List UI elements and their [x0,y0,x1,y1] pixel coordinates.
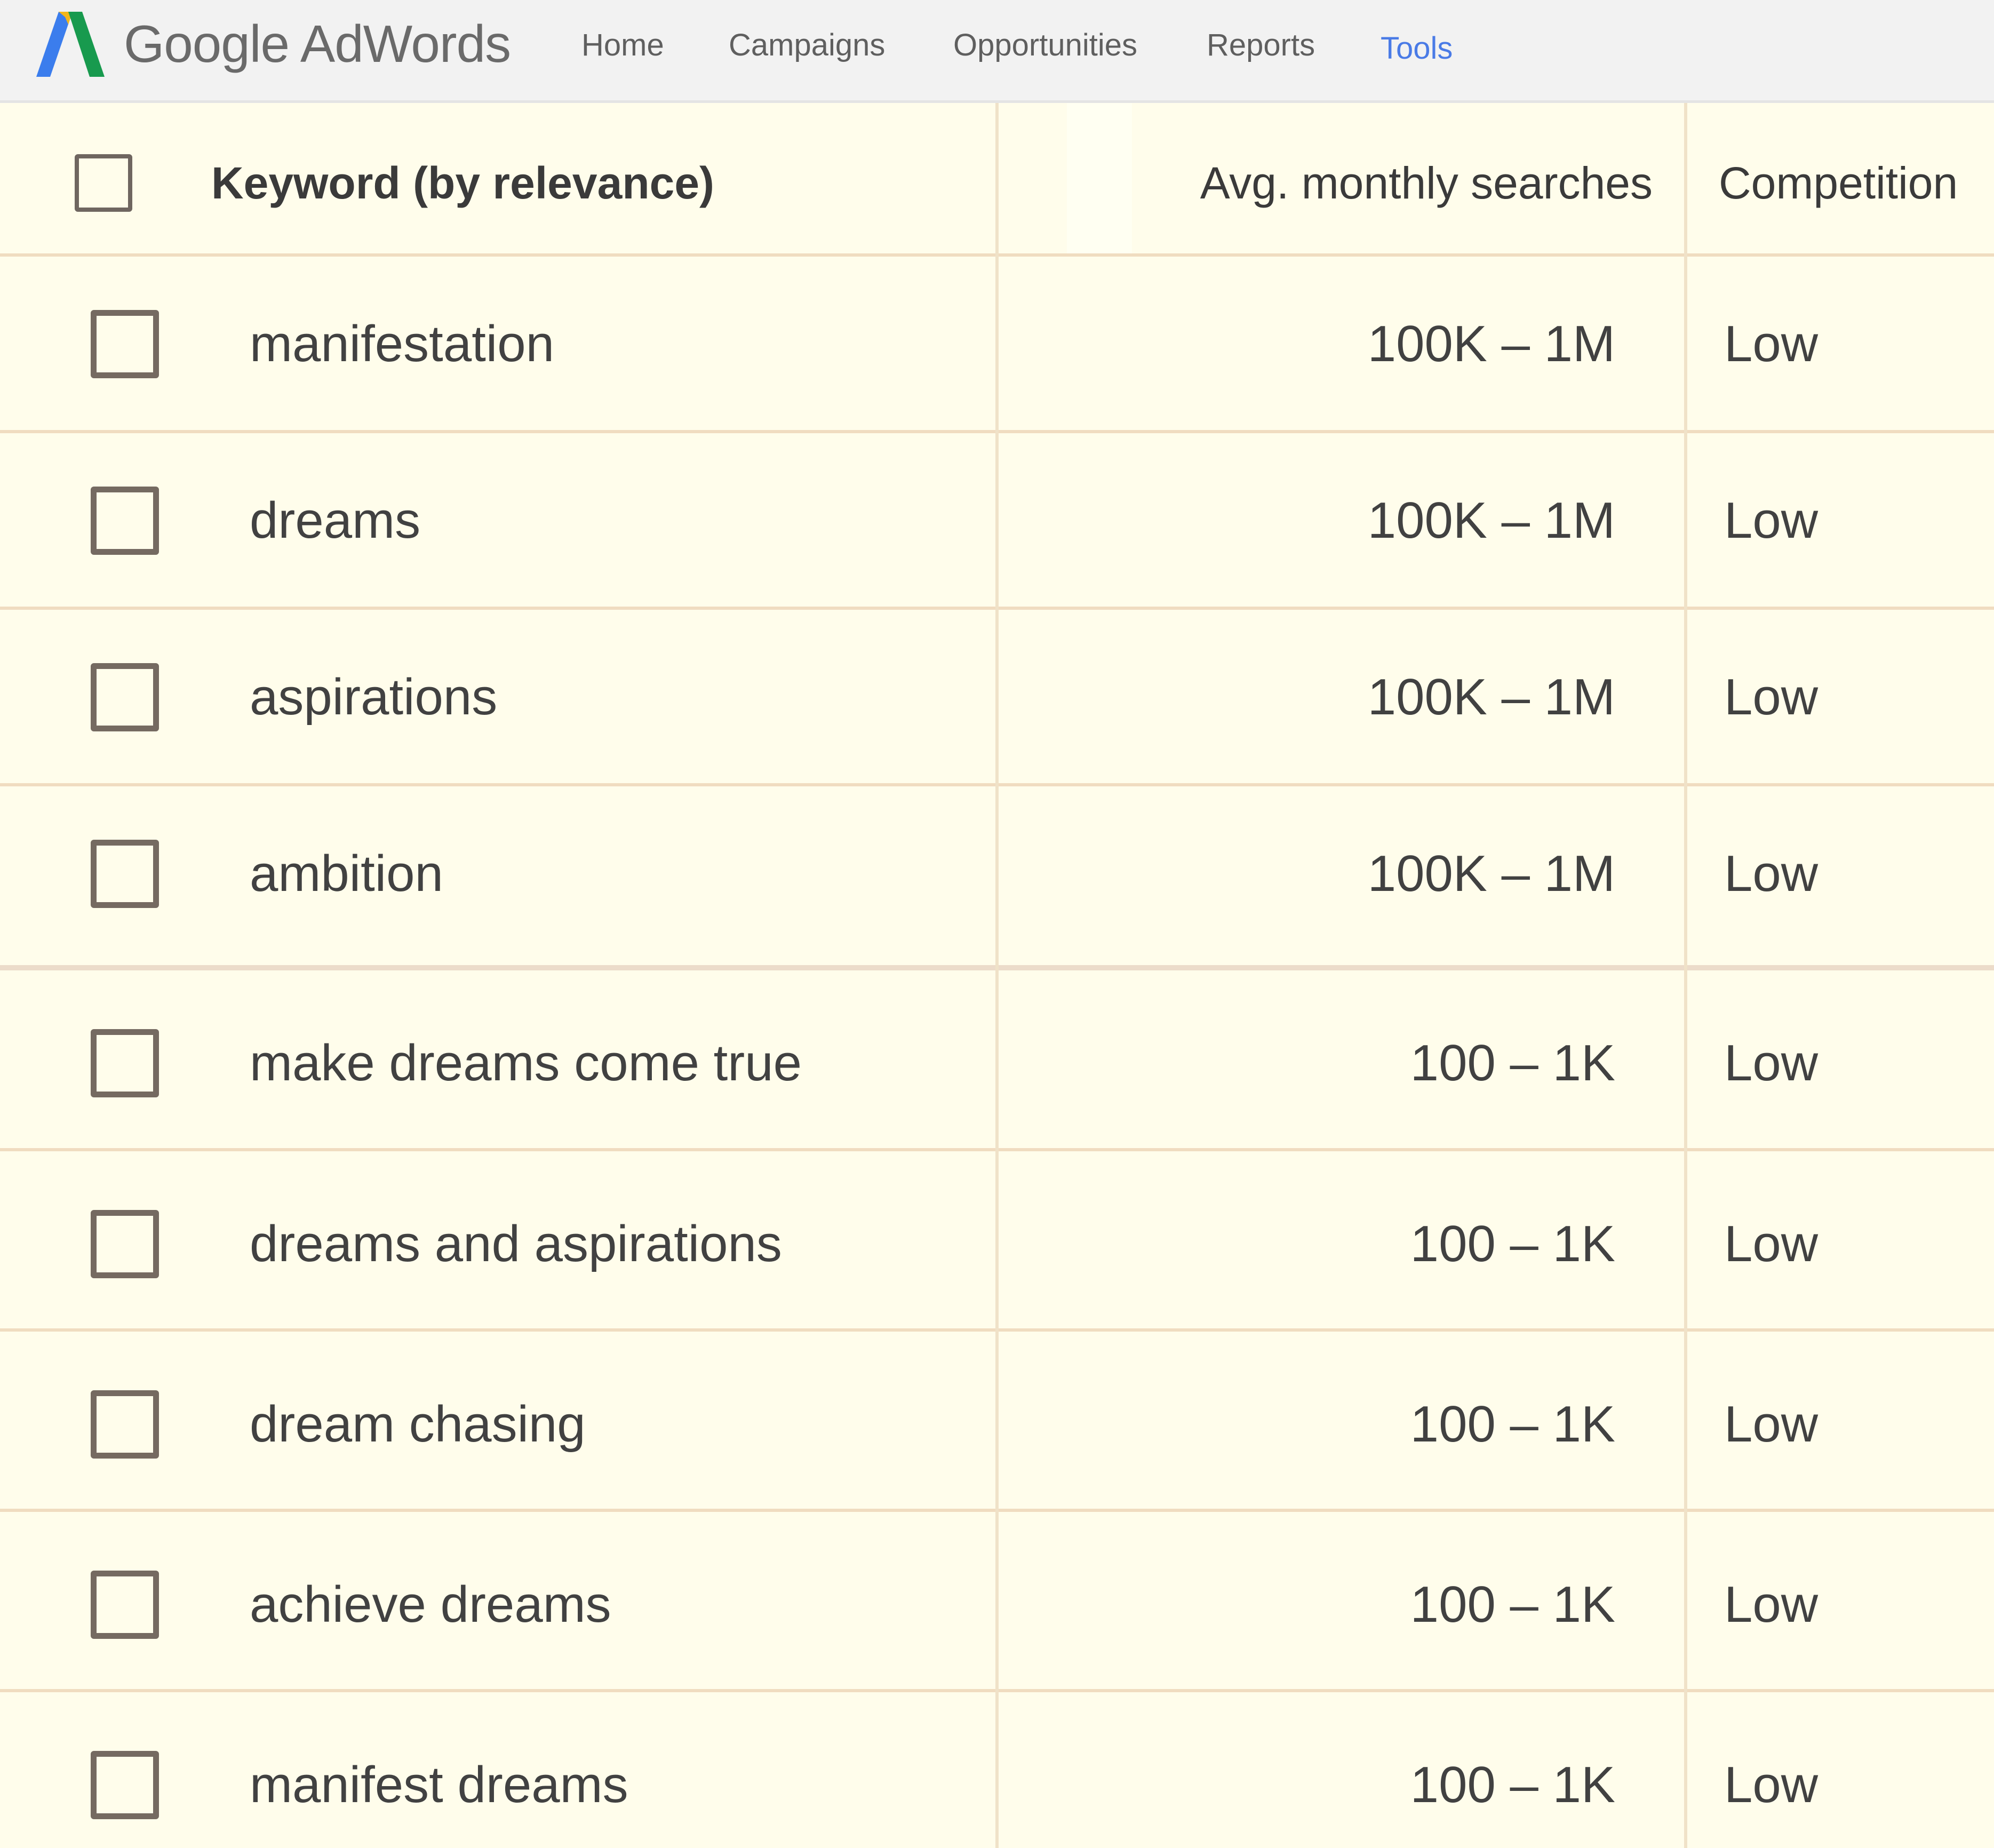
nav-tools[interactable]: Tools [1381,19,1453,78]
avg-monthly-searches-cell: 100K – 1M [1367,845,1615,902]
column-divider[interactable] [1684,103,1687,1848]
competition-cell: Low [1724,1034,1818,1092]
avg-monthly-searches-cell: 100 – 1K [1410,1576,1615,1633]
competition-cell: Low [1724,668,1818,726]
adwords-logo-icon[interactable] [34,10,107,79]
column-header-avg-monthly-searches[interactable]: Avg. monthly searches [1200,103,1653,253]
keyword-cell: dreams and aspirations [250,1215,782,1272]
keyword-ideas-table: Keyword (by relevance) Avg. monthly sear… [0,103,1994,1848]
competition-cell: Low [1724,845,1818,902]
keyword-cell: ambition [250,845,443,902]
competition-cell: Low [1724,492,1818,549]
competition-cell: Low [1724,1396,1818,1453]
keyword-cell: dream chasing [250,1396,586,1453]
avg-monthly-searches-cell: 100 – 1K [1410,1034,1615,1092]
column-header-competition[interactable]: Competition [1719,103,1958,253]
top-navigation-bar: Google AdWords Home Campaigns Opportunit… [0,0,1994,103]
keyword-cell: manifestation [250,315,554,372]
competition-cell: Low [1724,1756,1818,1813]
keyword-cell: make dreams come true [250,1034,802,1092]
row-checkbox[interactable] [91,1029,159,1097]
product-logo-text[interactable]: Google AdWords [124,12,511,76]
nav-campaigns[interactable]: Campaigns [729,16,885,75]
nav-home[interactable]: Home [581,16,664,75]
row-checkbox[interactable] [91,1390,159,1459]
competition-cell: Low [1724,1215,1818,1272]
competition-cell: Low [1724,1576,1818,1633]
avg-monthly-searches-cell: 100 – 1K [1410,1396,1615,1453]
column-header-keyword[interactable]: Keyword (by relevance) [211,103,714,253]
row-checkbox[interactable] [91,1210,159,1278]
row-checkbox[interactable] [91,840,159,908]
keyword-cell: manifest dreams [250,1756,628,1813]
nav-opportunities[interactable]: Opportunities [953,16,1137,75]
row-checkbox[interactable] [91,310,159,378]
row-checkbox[interactable] [91,1571,159,1639]
row-checkbox[interactable] [91,663,159,731]
row-checkbox[interactable] [91,487,159,555]
avg-monthly-searches-cell: 100K – 1M [1367,492,1615,549]
avg-monthly-searches-cell: 100 – 1K [1410,1756,1615,1813]
keyword-cell: achieve dreams [250,1576,611,1633]
select-all-checkbox[interactable] [75,154,132,212]
column-divider[interactable] [995,103,999,1848]
column-resize-highlight [1067,103,1132,253]
avg-monthly-searches-cell: 100K – 1M [1367,668,1615,726]
avg-monthly-searches-cell: 100K – 1M [1367,315,1615,372]
keyword-cell: dreams [250,492,421,549]
keyword-cell: aspirations [250,668,498,726]
row-checkbox[interactable] [91,1751,159,1819]
nav-reports[interactable]: Reports [1207,16,1315,75]
avg-monthly-searches-cell: 100 – 1K [1410,1215,1615,1272]
competition-cell: Low [1724,315,1818,372]
